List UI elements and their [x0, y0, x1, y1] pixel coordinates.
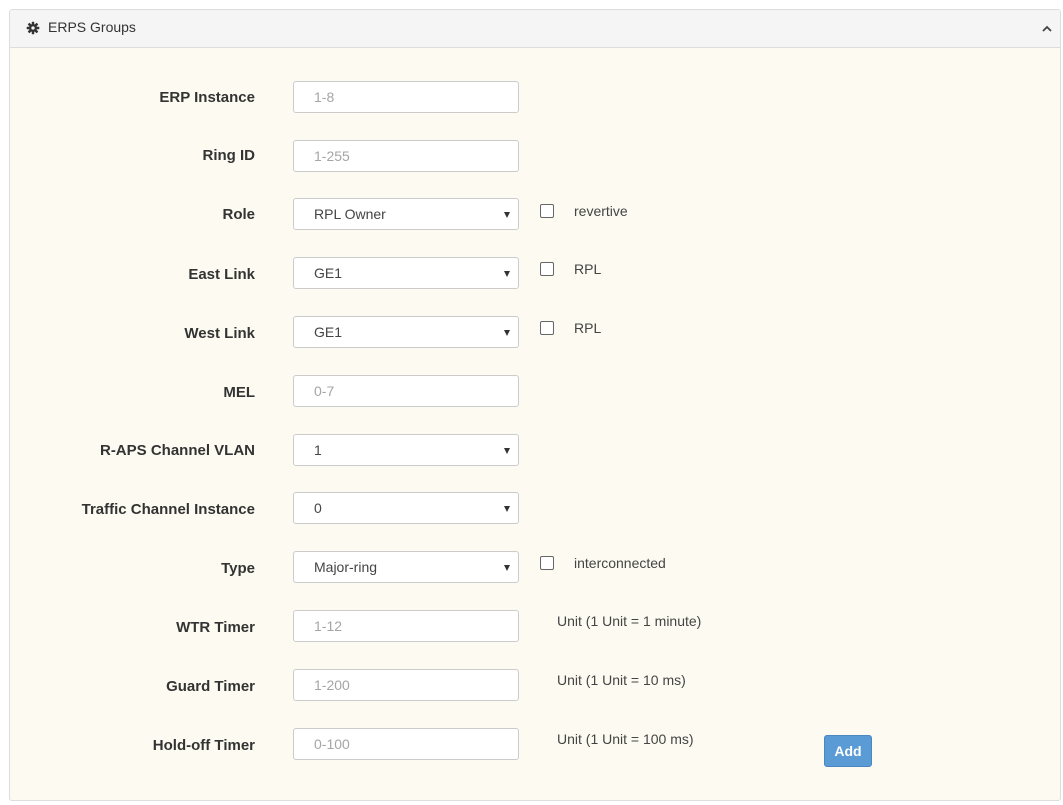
raps-channel-vlan-label: R-APS Channel VLAN: [99, 442, 255, 459]
type-select-value: Major-ring: [314, 559, 378, 575]
west-link-label: West Link: [184, 325, 255, 342]
role-select-value: RPL Owner: [314, 206, 386, 222]
east-link-select-value: GE1: [314, 265, 343, 281]
west-rpl-checkbox[interactable]: [540, 321, 554, 335]
caret-down-icon: [504, 330, 510, 336]
caret-down-icon: [504, 506, 510, 512]
erps-groups-panel: ERPS Groups ERP Instance Ring ID Role RP…: [9, 9, 1061, 801]
mel-input[interactable]: [293, 375, 519, 407]
caret-down-icon: [504, 212, 510, 218]
interconnected-checkbox-label: interconnected: [574, 555, 666, 571]
erp-instance-input[interactable]: [293, 81, 519, 113]
chevron-up-icon[interactable]: [1040, 22, 1054, 36]
guard-timer-label: Guard Timer: [166, 678, 255, 695]
ring-id-label: Ring ID: [202, 147, 256, 164]
mel-label: MEL: [223, 384, 255, 401]
caret-down-icon: [504, 271, 510, 277]
revertive-checkbox[interactable]: [540, 204, 554, 218]
holdoff-timer-input[interactable]: [293, 728, 519, 760]
holdoff-timer-label: Hold-off Timer: [152, 737, 255, 754]
role-select[interactable]: RPL Owner: [293, 198, 519, 230]
raps-channel-vlan-value: 1: [314, 442, 322, 458]
wtr-timer-input[interactable]: [293, 610, 519, 642]
raps-channel-vlan-select[interactable]: 1: [293, 434, 519, 466]
east-rpl-checkbox[interactable]: [540, 262, 554, 276]
type-select[interactable]: Major-ring: [293, 551, 519, 583]
west-link-select[interactable]: GE1: [293, 316, 519, 348]
traffic-channel-instance-value: 0: [314, 500, 322, 516]
traffic-channel-instance-label: Traffic Channel Instance: [81, 501, 255, 518]
guard-timer-unit: Unit (1 Unit = 10 ms): [557, 672, 686, 688]
east-link-select[interactable]: GE1: [293, 257, 519, 289]
role-label: Role: [222, 206, 255, 223]
panel-title: ERPS Groups: [48, 19, 136, 35]
add-button[interactable]: Add: [824, 735, 872, 767]
wtr-timer-unit: Unit (1 Unit = 1 minute): [557, 613, 702, 629]
interconnected-checkbox[interactable]: [540, 556, 554, 570]
west-link-select-value: GE1: [314, 324, 343, 340]
gear-icon: [26, 21, 40, 35]
type-label: Type: [221, 560, 255, 577]
caret-down-icon: [504, 448, 510, 454]
holdoff-timer-unit: Unit (1 Unit = 100 ms): [557, 731, 694, 747]
east-rpl-checkbox-label: RPL: [574, 261, 602, 277]
guard-timer-input[interactable]: [293, 669, 519, 701]
erp-instance-label: ERP Instance: [159, 89, 255, 106]
east-link-label: East Link: [188, 266, 255, 283]
revertive-checkbox-label: revertive: [574, 203, 628, 219]
ring-id-input[interactable]: [293, 140, 519, 172]
west-rpl-checkbox-label: RPL: [574, 320, 602, 336]
traffic-channel-instance-select[interactable]: 0: [293, 492, 519, 524]
caret-down-icon: [504, 565, 510, 571]
wtr-timer-label: WTR Timer: [176, 619, 255, 636]
panel-header: ERPS Groups: [10, 10, 1060, 48]
